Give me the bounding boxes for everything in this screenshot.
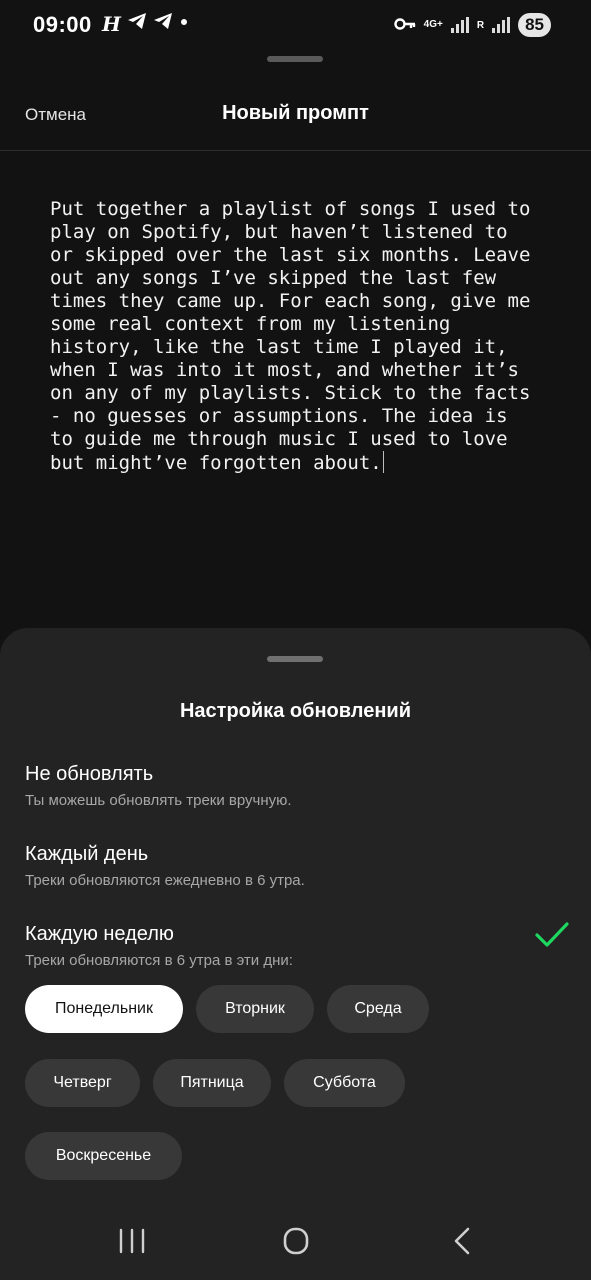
check-icon xyxy=(535,922,569,947)
app-h-icon: H xyxy=(102,12,121,36)
day-chip-thursday[interactable]: Четверг xyxy=(25,1059,140,1107)
option-subtitle: Треки обновляются ежедневно в 6 утра. xyxy=(25,872,305,889)
notification-dot-icon xyxy=(179,12,189,36)
text-cursor xyxy=(382,451,384,473)
telegram-icon xyxy=(153,12,173,36)
telegram-icon xyxy=(127,12,147,36)
status-time: 09:00 xyxy=(33,12,92,37)
day-chip-monday[interactable]: Понедельник xyxy=(25,985,183,1033)
day-chip-tuesday[interactable]: Вторник xyxy=(196,985,314,1033)
home-icon[interactable] xyxy=(276,1226,316,1256)
status-bar: 09:00 H 4G+ R 85 xyxy=(0,0,591,52)
prompt-text: Put together a playlist of songs I used … xyxy=(50,198,531,474)
roaming-indicator: R xyxy=(476,19,485,31)
notification-icons: H xyxy=(102,12,189,36)
signal-strength-icon xyxy=(450,17,469,33)
option-title: Не обновлять xyxy=(25,763,154,785)
sheet-drag-handle[interactable] xyxy=(267,656,323,662)
page-title: Новый промпт xyxy=(222,102,369,124)
option-subtitle: Треки обновляются в 6 утра в эти дни: xyxy=(25,952,293,969)
option-weekly[interactable]: Каждую неделю Треки обновляются в 6 утра… xyxy=(25,921,570,971)
option-title: Каждый день xyxy=(25,843,149,865)
network-type: 4G+ xyxy=(423,19,443,30)
day-chip-wednesday[interactable]: Среда xyxy=(327,985,429,1033)
screen: 09:00 H 4G+ R 85 Отмена Новый промпт Put… xyxy=(0,0,591,1280)
day-chip-friday[interactable]: Пятница xyxy=(153,1059,271,1107)
option-daily[interactable]: Каждый день Треки обновляются ежедневно … xyxy=(25,841,570,891)
update-settings-sheet: Настройка обновлений Не обновлять Ты мож… xyxy=(0,628,591,1280)
option-no-update[interactable]: Не обновлять Ты можешь обновлять треки в… xyxy=(25,761,570,811)
system-nav-bar xyxy=(0,1200,591,1280)
recents-icon[interactable] xyxy=(112,1226,152,1256)
back-icon[interactable] xyxy=(442,1226,482,1256)
day-chip-saturday[interactable]: Суббота xyxy=(284,1059,405,1107)
header: Отмена Новый промпт xyxy=(0,62,591,151)
vpn-key-icon xyxy=(393,17,416,34)
signal-strength-2-icon xyxy=(492,17,511,33)
option-title: Каждую неделю xyxy=(25,923,174,945)
day-chip-sunday[interactable]: Воскресенье xyxy=(25,1132,182,1180)
prompt-text-input[interactable]: Put together a playlist of songs I used … xyxy=(50,198,550,475)
battery-level: 85 xyxy=(518,13,551,37)
option-subtitle: Ты можешь обновлять треки вручную. xyxy=(25,792,292,809)
sheet-title: Настройка обновлений xyxy=(179,700,412,722)
system-status-icons: 4G+ R 85 xyxy=(393,13,551,37)
